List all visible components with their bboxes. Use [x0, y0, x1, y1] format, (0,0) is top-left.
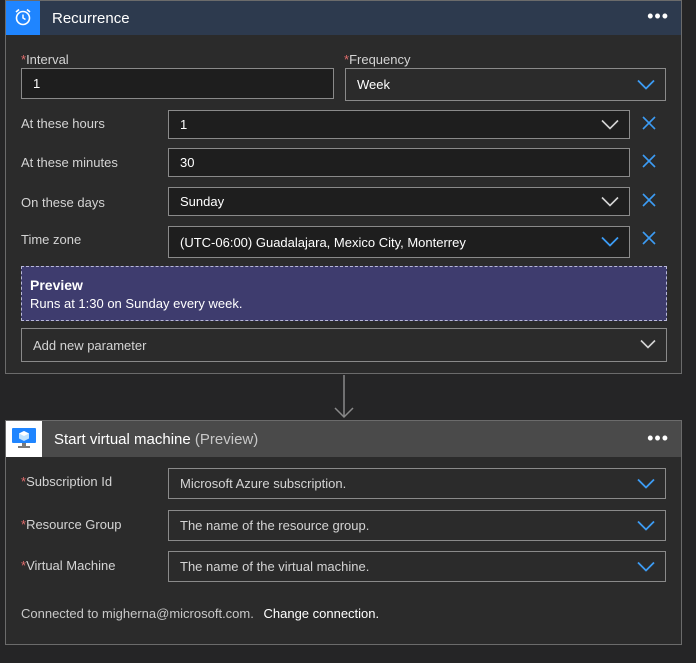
- timezone-select[interactable]: (UTC-06:00) Guadalajara, Mexico City, Mo…: [168, 226, 630, 258]
- remove-minutes-close-icon[interactable]: [641, 153, 657, 172]
- remove-hours-close-icon[interactable]: [641, 115, 657, 134]
- chevron-down-icon: [601, 235, 619, 250]
- chevron-down-icon: [637, 476, 655, 491]
- resource-group-placeholder: The name of the resource group.: [180, 518, 370, 533]
- virtual-machine-placeholder: The name of the virtual machine.: [180, 559, 370, 574]
- interval-input[interactable]: 1: [21, 68, 334, 99]
- connector-arrow-icon: [333, 375, 355, 423]
- days-label: On these days: [21, 195, 105, 210]
- preview-text: Runs at 1:30 on Sunday every week.: [30, 296, 243, 311]
- subscription-label: *Subscription Id: [21, 474, 112, 489]
- interval-value: 1: [33, 76, 41, 91]
- minutes-label: At these minutes: [21, 155, 118, 170]
- change-connection-link[interactable]: Change connection.: [263, 606, 379, 621]
- frequency-label-text: Frequency: [349, 52, 411, 67]
- recurrence-icon-box: [6, 1, 40, 35]
- add-new-parameter-select[interactable]: Add new parameter: [21, 328, 667, 362]
- virtual-machine-select[interactable]: The name of the virtual machine.: [168, 551, 666, 582]
- frequency-select[interactable]: Week: [345, 68, 666, 101]
- add-parameter-label: Add new parameter: [33, 337, 147, 353]
- chevron-down-icon: [637, 518, 655, 533]
- resource-group-label-text: Resource Group: [26, 517, 122, 532]
- subscription-select[interactable]: Microsoft Azure subscription.: [168, 468, 666, 499]
- chevron-down-icon: [640, 338, 656, 353]
- hours-select[interactable]: 1: [168, 110, 630, 139]
- virtual-machine-label-text: Virtual Machine: [26, 558, 116, 573]
- resource-group-label: *Resource Group: [21, 517, 121, 532]
- connection-status: Connected to migherna@microsoft.com. Cha…: [21, 606, 379, 621]
- subscription-placeholder: Microsoft Azure subscription.: [180, 476, 347, 491]
- remove-timezone-close-icon[interactable]: [641, 230, 657, 249]
- preview-title: Preview: [30, 277, 83, 293]
- interval-label: *Interval: [21, 52, 69, 67]
- virtual-machine-label: *Virtual Machine: [21, 558, 115, 573]
- schedule-preview: Preview Runs at 1:30 on Sunday every wee…: [21, 266, 667, 321]
- remove-days-close-icon[interactable]: [641, 192, 657, 211]
- recurrence-card: Recurrence ••• *Interval 1 *Frequency We…: [5, 0, 682, 374]
- start-vm-header[interactable]: Start virtual machine (Preview) •••: [6, 421, 681, 457]
- start-vm-title-text: Start virtual machine: [54, 430, 191, 448]
- chevron-down-icon: [637, 77, 655, 92]
- vm-icon-box: [6, 421, 42, 457]
- start-vm-title: Start virtual machine (Preview): [54, 431, 258, 448]
- chevron-down-icon: [601, 117, 619, 132]
- chevron-down-icon: [601, 194, 619, 209]
- frequency-label: *Frequency: [344, 52, 410, 67]
- hours-value: 1: [180, 117, 188, 132]
- timezone-label: Time zone: [21, 232, 82, 247]
- hours-label: At these hours: [21, 116, 105, 131]
- start-vm-title-suffix: (Preview): [194, 430, 259, 448]
- chevron-down-icon: [637, 559, 655, 574]
- interval-label-text: Interval: [26, 52, 69, 67]
- connected-text: Connected to migherna@microsoft.com.: [21, 606, 254, 621]
- timezone-value: (UTC-06:00) Guadalajara, Mexico City, Mo…: [180, 234, 466, 250]
- start-vm-card: Start virtual machine (Preview) ••• *Sub…: [5, 420, 682, 645]
- frequency-value: Week: [357, 77, 390, 92]
- minutes-value: 30: [180, 155, 195, 170]
- resource-group-select[interactable]: The name of the resource group.: [168, 510, 666, 541]
- recurrence-more-icon[interactable]: •••: [647, 7, 669, 25]
- days-value: Sunday: [180, 194, 225, 209]
- minutes-input[interactable]: 30: [168, 148, 630, 177]
- virtual-machine-icon: [11, 426, 37, 453]
- subscription-label-text: Subscription Id: [26, 474, 113, 489]
- recurrence-title: Recurrence: [52, 9, 130, 27]
- days-select[interactable]: Sunday: [168, 187, 630, 216]
- alarm-clock-icon: [13, 7, 33, 30]
- recurrence-header[interactable]: Recurrence •••: [6, 1, 681, 35]
- start-vm-more-icon[interactable]: •••: [647, 429, 669, 447]
